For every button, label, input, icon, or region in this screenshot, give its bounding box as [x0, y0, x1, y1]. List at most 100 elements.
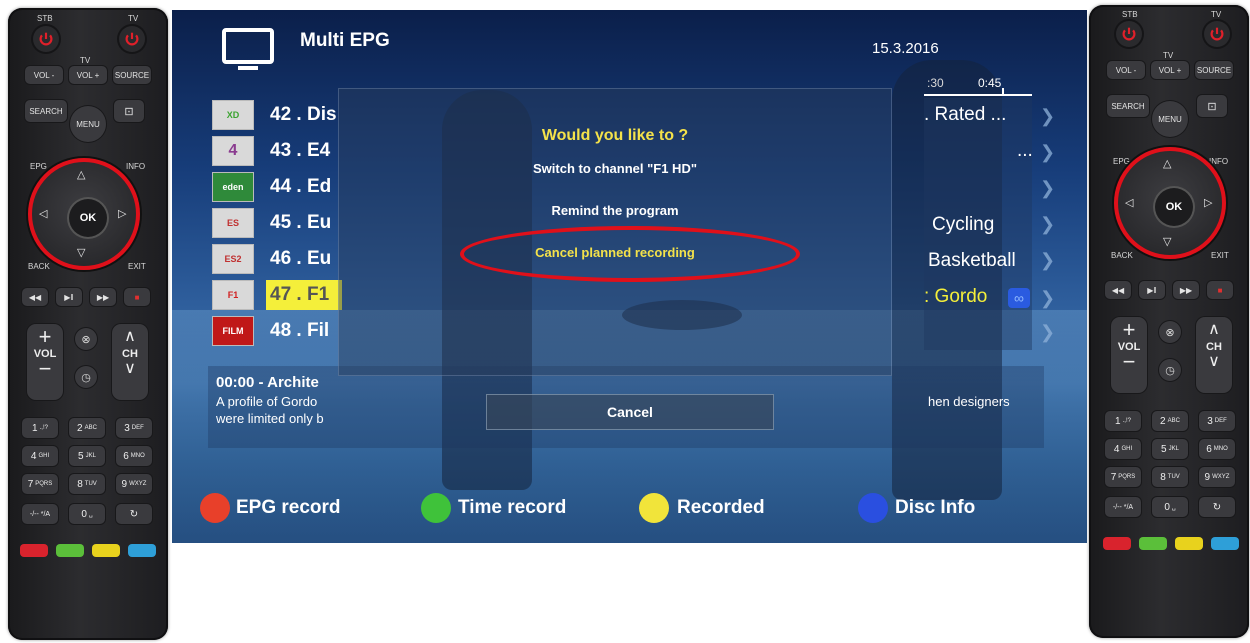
program-cell-selected[interactable]: : Gordo: [924, 286, 987, 308]
key-letters: GHI: [1121, 446, 1133, 452]
key-3[interactable]: 3 DEF: [116, 418, 152, 438]
play-pause-button[interactable]: ▶‖: [56, 288, 82, 306]
key-dash[interactable]: -/-- */A: [22, 504, 58, 524]
camera-button[interactable]: ⊡: [114, 100, 144, 122]
key-6[interactable]: 6 MNO: [116, 446, 152, 466]
epg-record-label[interactable]: EPG record: [236, 497, 341, 519]
stop-button[interactable]: ■: [124, 288, 150, 306]
key-1[interactable]: 1.,!?: [22, 418, 58, 438]
yellow-key[interactable]: [92, 544, 120, 557]
stop-button[interactable]: ■: [1207, 281, 1233, 299]
program-cell[interactable]: ...: [1017, 140, 1033, 162]
left-arrow-icon[interactable]: ◁: [39, 207, 47, 220]
stb-power-button[interactable]: [33, 26, 59, 52]
key-7[interactable]: 7 PQRS: [1105, 467, 1141, 487]
source-button[interactable]: SOURCE: [1195, 61, 1233, 79]
channel-row[interactable]: ES2 46 . Eu: [212, 244, 342, 274]
yellow-key[interactable]: [1175, 537, 1203, 550]
vol-minus-button[interactable]: VOL -: [25, 66, 63, 84]
program-cell[interactable]: . Rated ...: [924, 104, 1006, 126]
vol-plus-button[interactable]: VOL +: [1151, 61, 1189, 79]
key-7[interactable]: 7 PQRS: [22, 474, 58, 494]
key-1[interactable]: 1.,!?: [1105, 411, 1141, 431]
right-arrow-icon[interactable]: ▷: [1204, 196, 1212, 209]
up-arrow-icon[interactable]: △: [1163, 157, 1171, 170]
red-key[interactable]: [20, 544, 48, 557]
key-letters: ABC: [1167, 418, 1180, 424]
ch-rocker[interactable]: ∧ CH ∨: [112, 324, 148, 400]
channel-row[interactable]: 4 43 . E4: [212, 136, 342, 166]
key-digit: 8: [77, 478, 83, 490]
fast-forward-button[interactable]: ▶▶: [90, 288, 116, 306]
key-6[interactable]: 6 MNO: [1199, 439, 1235, 459]
tv-power-button[interactable]: [119, 26, 145, 52]
disc-info-label[interactable]: Disc Info: [895, 497, 975, 519]
program-cell[interactable]: Cycling: [932, 214, 994, 236]
key-4[interactable]: 4 GHI: [1105, 439, 1141, 459]
recorded-label[interactable]: Recorded: [677, 497, 765, 519]
down-arrow-icon[interactable]: ▽: [77, 246, 85, 259]
ok-button[interactable]: OK: [1155, 188, 1193, 226]
left-arrow-icon[interactable]: ◁: [1125, 196, 1133, 209]
mute-button[interactable]: ⊗: [1159, 321, 1181, 343]
key-3[interactable]: 3 DEF: [1199, 411, 1235, 431]
key-recall[interactable]: ↻: [1199, 497, 1235, 517]
ch-rocker[interactable]: ∧ CH ∨: [1196, 317, 1232, 393]
rewind-button[interactable]: ◀◀: [22, 288, 48, 306]
dpad: △ ▽ ◁ ▷ OK: [28, 158, 140, 270]
mute-button[interactable]: ⊗: [75, 328, 97, 350]
camera-button[interactable]: ⊡: [1197, 95, 1227, 117]
key-8[interactable]: 8 TUV: [1152, 467, 1188, 487]
search-button[interactable]: SEARCH: [1107, 95, 1149, 117]
rewind-button[interactable]: ◀◀: [1105, 281, 1131, 299]
green-key[interactable]: [56, 544, 84, 557]
timer-button[interactable]: ◷: [75, 366, 97, 388]
source-button[interactable]: SOURCE: [113, 66, 151, 84]
key-0[interactable]: 0 ␣: [69, 504, 105, 524]
vol-plus-button[interactable]: VOL +: [69, 66, 107, 84]
vol-rocker[interactable]: + VOL −: [1111, 317, 1147, 393]
channel-row[interactable]: FILM 48 . Fil: [212, 316, 342, 346]
ok-button[interactable]: OK: [69, 199, 107, 237]
play-pause-button[interactable]: ▶‖: [1139, 281, 1165, 299]
remote-left: STB TV TV VOL - VOL + SOURCE SEARCH MENU…: [8, 8, 168, 640]
channel-row[interactable]: XD 42 . Dis: [212, 100, 342, 130]
key-5[interactable]: 5 JKL: [69, 446, 105, 466]
key-4[interactable]: 4 GHI: [22, 446, 58, 466]
key-8[interactable]: 8 TUV: [69, 474, 105, 494]
key-0[interactable]: 0 ␣: [1152, 497, 1188, 517]
stop-icon: ■: [134, 292, 140, 302]
menu-button[interactable]: MENU: [70, 106, 106, 142]
stb-power-button[interactable]: [1116, 21, 1142, 47]
key-2[interactable]: 2 ABC: [69, 418, 105, 438]
fast-forward-button[interactable]: ▶▶: [1173, 281, 1199, 299]
key-9[interactable]: 9 WXYZ: [1199, 467, 1235, 487]
blue-key[interactable]: [1211, 537, 1239, 550]
option-switch-channel[interactable]: Switch to channel "F1 HD": [339, 161, 891, 176]
option-remind-program[interactable]: Remind the program: [339, 203, 891, 218]
key-5[interactable]: 5 JKL: [1152, 439, 1188, 459]
right-arrow-icon[interactable]: ▷: [118, 207, 126, 220]
key-dash[interactable]: -/-- */A: [1105, 497, 1141, 517]
up-arrow-icon[interactable]: △: [77, 168, 85, 181]
red-key[interactable]: [1103, 537, 1131, 550]
vol-minus-button[interactable]: VOL -: [1107, 61, 1145, 79]
vol-rocker[interactable]: + VOL −: [27, 324, 63, 400]
timer-button[interactable]: ◷: [1159, 359, 1181, 381]
cancel-button[interactable]: Cancel: [486, 394, 774, 430]
green-key[interactable]: [1139, 537, 1167, 550]
search-button[interactable]: SEARCH: [25, 100, 67, 122]
blue-key[interactable]: [128, 544, 156, 557]
key-recall[interactable]: ↻: [116, 504, 152, 524]
channel-row[interactable]: eden 44 . Ed: [212, 172, 342, 202]
channel-row-selected[interactable]: F1 47 . F1: [212, 280, 342, 310]
program-cell[interactable]: Basketball: [928, 250, 1016, 272]
menu-button[interactable]: MENU: [1152, 101, 1188, 137]
key-9[interactable]: 9 WXYZ: [116, 474, 152, 494]
tv-power-button[interactable]: [1204, 21, 1230, 47]
channel-row[interactable]: ES 45 . Eu: [212, 208, 342, 238]
key-2[interactable]: 2 ABC: [1152, 411, 1188, 431]
key-digit: 9: [1204, 471, 1211, 483]
time-record-label[interactable]: Time record: [458, 497, 566, 519]
down-arrow-icon[interactable]: ▽: [1163, 235, 1171, 248]
